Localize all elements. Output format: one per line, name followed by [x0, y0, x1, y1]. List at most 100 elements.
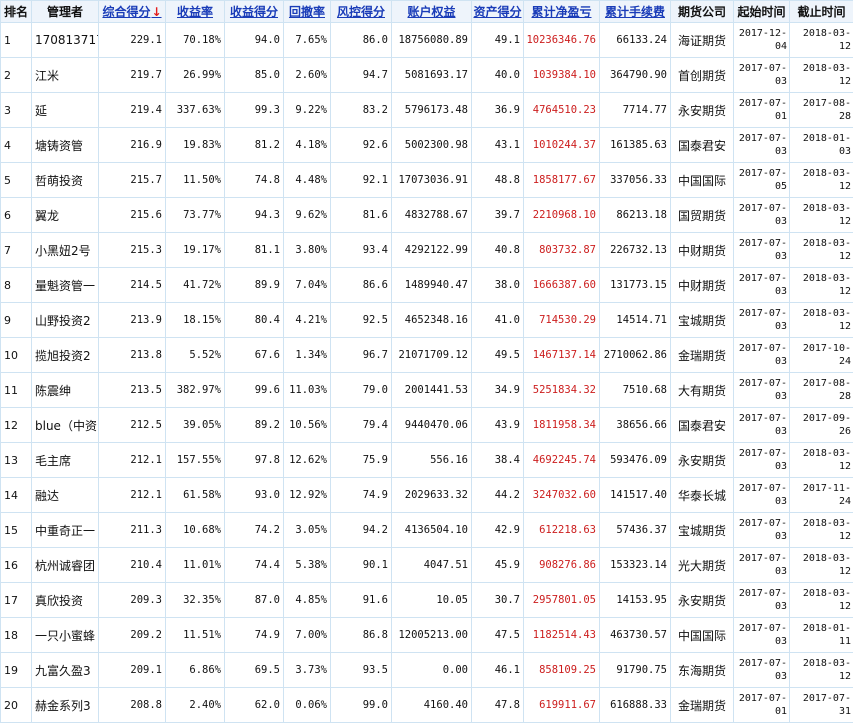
header-fees[interactable]: 累计手续费 — [600, 1, 671, 23]
company-cell: 金瑞期货 — [671, 688, 734, 723]
asset-score-cell: 39.7 — [472, 198, 524, 233]
manager-cell[interactable]: 山野投资2 — [32, 303, 99, 338]
manager-cell[interactable]: 九富久盈3 — [32, 653, 99, 688]
company-cell: 首创期货 — [671, 58, 734, 93]
start-date-day: 03 — [734, 635, 787, 648]
drawdown-cell: 7.65% — [284, 23, 331, 58]
manager-cell[interactable]: 江米 — [32, 58, 99, 93]
header-total-score[interactable]: 综合得分↓ — [99, 1, 166, 23]
equity-cell: 12005213.00 — [392, 618, 472, 653]
manager-cell[interactable]: 一只小蜜蜂 — [32, 618, 99, 653]
total-score-cell: 213.8 — [99, 338, 166, 373]
total-score-cell: 215.7 — [99, 163, 166, 198]
risk-score-cell: 79.4 — [331, 408, 392, 443]
header-equity[interactable]: 账户权益 — [392, 1, 472, 23]
header-manager: 管理者 — [32, 1, 99, 23]
manager-cell[interactable]: 揽旭投资2 — [32, 338, 99, 373]
start-date-ym: 2017-07- — [734, 307, 787, 320]
return-rate-cell: 11.51% — [166, 618, 225, 653]
end-date-day: 28 — [790, 390, 851, 403]
manager-cell[interactable]: 赫金系列3 — [32, 688, 99, 723]
return-score-cell: 97.8 — [225, 443, 284, 478]
start-date-cell: 2017-07-03 — [734, 233, 790, 268]
drawdown-cell: 11.03% — [284, 373, 331, 408]
total-score-cell: 229.1 — [99, 23, 166, 58]
table-row: 3延219.4337.63%99.39.22%83.25796173.4836.… — [1, 93, 853, 128]
equity-cell: 5796173.48 — [392, 93, 472, 128]
fees-cell: 14514.71 — [600, 303, 671, 338]
fees-cell: 226732.13 — [600, 233, 671, 268]
asset-score-cell: 41.0 — [472, 303, 524, 338]
manager-cell[interactable]: 塘铸资管 — [32, 128, 99, 163]
start-date-cell: 2017-07-03 — [734, 583, 790, 618]
asset-score-cell: 40.0 — [472, 58, 524, 93]
return-score-cell: 93.0 — [225, 478, 284, 513]
company-cell: 永安期货 — [671, 93, 734, 128]
risk-score-cell: 92.6 — [331, 128, 392, 163]
header-return-rate[interactable]: 收益率 — [166, 1, 225, 23]
drawdown-cell: 3.73% — [284, 653, 331, 688]
end-date-cell: 2018-03-12 — [790, 233, 853, 268]
rank-cell: 13 — [1, 443, 32, 478]
manager-cell[interactable]: 毛主席 — [32, 443, 99, 478]
end-date-ym: 2018-01- — [790, 622, 851, 635]
header-return-score[interactable]: 收益得分 — [225, 1, 284, 23]
manager-cell[interactable]: 翼龙 — [32, 198, 99, 233]
end-date-day: 26 — [790, 425, 851, 438]
rank-cell: 5 — [1, 163, 32, 198]
fees-cell: 141517.40 — [600, 478, 671, 513]
header-risk-score[interactable]: 风控得分 — [331, 1, 392, 23]
ranking-rows: 11708137173229.170.18%94.07.65%86.018756… — [1, 23, 853, 723]
manager-cell[interactable]: 量魁资管一 — [32, 268, 99, 303]
manager-cell[interactable]: 陈震绅 — [32, 373, 99, 408]
equity-cell: 18756080.89 — [392, 23, 472, 58]
return-rate-cell: 26.99% — [166, 58, 225, 93]
end-date-cell: 2017-10-24 — [790, 338, 853, 373]
total-score-cell: 208.8 — [99, 688, 166, 723]
table-row: 17真欣投资209.332.35%87.04.85%91.610.0530.72… — [1, 583, 853, 618]
risk-score-cell: 96.7 — [331, 338, 392, 373]
manager-cell[interactable]: 融达 — [32, 478, 99, 513]
company-cell: 宝城期货 — [671, 513, 734, 548]
return-rate-cell: 73.77% — [166, 198, 225, 233]
equity-cell: 4652348.16 — [392, 303, 472, 338]
asset-score-cell: 48.8 — [472, 163, 524, 198]
start-date-day: 03 — [734, 285, 787, 298]
table-row: 12blue（中资212.539.05%89.210.56%79.4944047… — [1, 408, 853, 443]
header-end: 截止时间 — [790, 1, 853, 23]
rank-cell: 12 — [1, 408, 32, 443]
rank-cell: 14 — [1, 478, 32, 513]
end-date-ym: 2018-01- — [790, 132, 851, 145]
equity-cell: 4136504.10 — [392, 513, 472, 548]
manager-cell[interactable]: 中重奇正一 — [32, 513, 99, 548]
manager-cell[interactable]: 真欣投资 — [32, 583, 99, 618]
asset-score-cell: 43.9 — [472, 408, 524, 443]
end-date-cell: 2017-08-28 — [790, 93, 853, 128]
fees-cell: 153323.14 — [600, 548, 671, 583]
end-date-ym: 2017-11- — [790, 482, 851, 495]
total-score-cell: 209.1 — [99, 653, 166, 688]
start-date-cell: 2017-07-03 — [734, 443, 790, 478]
manager-cell[interactable]: blue（中资 — [32, 408, 99, 443]
equity-cell: 21071709.12 — [392, 338, 472, 373]
return-score-cell: 81.2 — [225, 128, 284, 163]
manager-cell[interactable]: 延 — [32, 93, 99, 128]
start-date-day: 03 — [734, 600, 787, 613]
drawdown-cell: 10.56% — [284, 408, 331, 443]
table-row: 13毛主席212.1157.55%97.812.62%75.9556.1638.… — [1, 443, 853, 478]
header-net-profit[interactable]: 累计净盈亏 — [524, 1, 600, 23]
header-asset-score[interactable]: 资产得分 — [472, 1, 524, 23]
drawdown-cell: 3.05% — [284, 513, 331, 548]
start-date-day: 01 — [734, 705, 787, 718]
start-date-ym: 2017-07- — [734, 412, 787, 425]
header-drawdown[interactable]: 回撤率 — [284, 1, 331, 23]
net-profit-cell: 10236346.76 — [524, 23, 600, 58]
manager-cell[interactable]: 小黑妞2号 — [32, 233, 99, 268]
fees-cell: 14153.95 — [600, 583, 671, 618]
equity-cell: 556.16 — [392, 443, 472, 478]
total-score-cell: 215.3 — [99, 233, 166, 268]
manager-cell[interactable]: 杭州诚睿团 — [32, 548, 99, 583]
net-profit-cell: 2210968.10 — [524, 198, 600, 233]
manager-cell[interactable]: 哲萌投资 — [32, 163, 99, 198]
manager-cell[interactable]: 1708137173 — [32, 23, 99, 58]
